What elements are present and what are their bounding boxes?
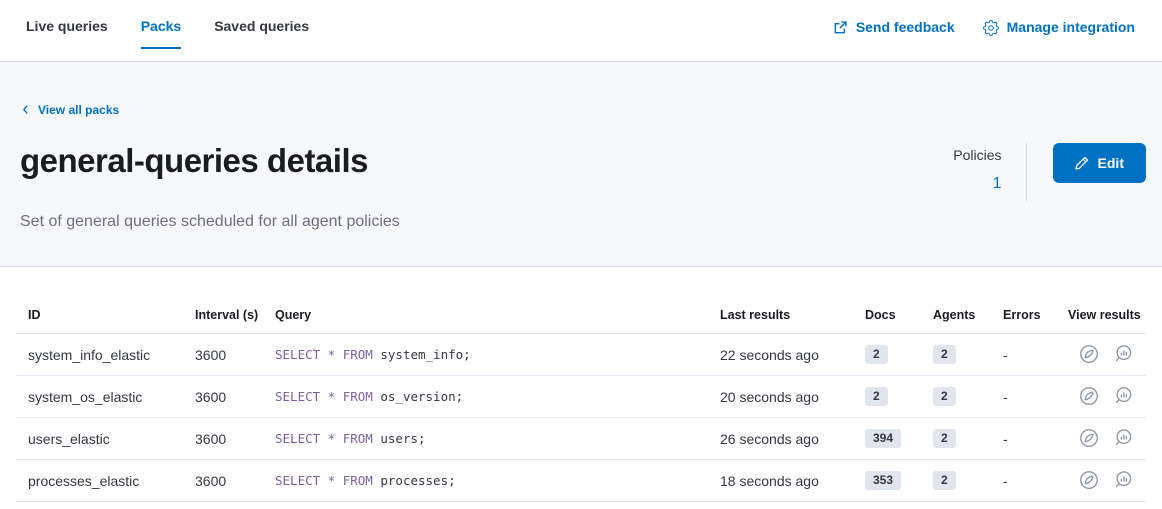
cell-query: SELECT * FROM processes; xyxy=(263,460,708,502)
cell-errors: - xyxy=(991,460,1056,502)
cell-last-results: 22 seconds ago xyxy=(708,334,853,376)
policies-label: Policies xyxy=(953,146,1001,164)
queries-table-section: ID Interval (s) Query Last results Docs … xyxy=(0,267,1162,502)
cell-docs: 394 xyxy=(853,418,921,460)
table-row: system_info_elastic 3600 SELECT * FROM s… xyxy=(16,334,1146,376)
cell-docs: 2 xyxy=(853,334,921,376)
policies-stat: Policies 1 xyxy=(953,143,1001,193)
cell-view-results xyxy=(1056,418,1146,460)
cell-query: SELECT * FROM system_info; xyxy=(263,334,708,376)
cell-last-results: 20 seconds ago xyxy=(708,376,853,418)
cell-docs: 2 xyxy=(853,376,921,418)
page-subtitle: Set of general queries scheduled for all… xyxy=(20,211,400,232)
sql-rest: os_version; xyxy=(380,389,463,404)
cell-errors: - xyxy=(991,418,1056,460)
lens-icon[interactable] xyxy=(1112,469,1134,491)
col-header-query: Query xyxy=(263,300,708,334)
header-right: Policies 1 Edit xyxy=(953,141,1146,201)
sql-keywords: SELECT * FROM xyxy=(275,347,373,362)
docs-badge: 394 xyxy=(865,429,901,448)
lens-icon[interactable] xyxy=(1112,427,1134,449)
page-title: general-queries details xyxy=(20,141,400,181)
cell-errors: - xyxy=(991,376,1056,418)
external-link-icon xyxy=(833,20,848,35)
col-header-agents: Agents xyxy=(921,300,991,334)
cell-agents: 2 xyxy=(921,460,991,502)
top-tab-bar: Live queries Packs Saved queries Send fe… xyxy=(0,0,1162,62)
cell-id: system_info_elastic xyxy=(16,334,183,376)
discover-icon[interactable] xyxy=(1078,343,1100,365)
table-header-row: ID Interval (s) Query Last results Docs … xyxy=(16,300,1146,334)
send-feedback-link[interactable]: Send feedback xyxy=(833,18,955,37)
sql-keywords: SELECT * FROM xyxy=(275,473,373,488)
agents-badge: 2 xyxy=(933,429,956,448)
cell-last-results: 18 seconds ago xyxy=(708,460,853,502)
col-header-last-results: Last results xyxy=(708,300,853,334)
policies-value[interactable]: 1 xyxy=(953,175,1001,193)
sql-keywords: SELECT * FROM xyxy=(275,431,373,446)
gear-icon xyxy=(983,20,999,36)
cell-interval: 3600 xyxy=(183,418,263,460)
discover-icon[interactable] xyxy=(1078,469,1100,491)
discover-icon[interactable] xyxy=(1078,385,1100,407)
page-header: View all packs general-queries details S… xyxy=(0,62,1162,267)
tab-live-queries[interactable]: Live queries xyxy=(26,17,108,49)
tab-saved-queries[interactable]: Saved queries xyxy=(214,17,309,49)
table-row: system_os_elastic 3600 SELECT * FROM os_… xyxy=(16,376,1146,418)
cell-query: SELECT * FROM users; xyxy=(263,418,708,460)
cell-agents: 2 xyxy=(921,334,991,376)
cell-last-results: 26 seconds ago xyxy=(708,418,853,460)
cell-interval: 3600 xyxy=(183,376,263,418)
lens-icon[interactable] xyxy=(1112,343,1134,365)
cell-docs: 353 xyxy=(853,460,921,502)
manage-integration-link[interactable]: Manage integration xyxy=(983,18,1135,37)
pencil-icon xyxy=(1075,156,1089,170)
view-all-packs-link[interactable]: View all packs xyxy=(20,103,119,117)
agents-badge: 2 xyxy=(933,345,956,364)
col-header-errors: Errors xyxy=(991,300,1056,334)
cell-view-results xyxy=(1056,334,1146,376)
sql-keywords: SELECT * FROM xyxy=(275,389,373,404)
cell-id: processes_elastic xyxy=(16,460,183,502)
header-left: general-queries details Set of general q… xyxy=(18,141,400,232)
col-header-id: ID xyxy=(16,300,183,334)
top-actions: Send feedback Manage integration xyxy=(833,18,1135,37)
cell-agents: 2 xyxy=(921,418,991,460)
docs-badge: 2 xyxy=(865,345,888,364)
cell-view-results xyxy=(1056,376,1146,418)
cell-query: SELECT * FROM os_version; xyxy=(263,376,708,418)
sql-rest: system_info; xyxy=(380,347,470,362)
lens-icon[interactable] xyxy=(1112,385,1134,407)
col-header-docs: Docs xyxy=(853,300,921,334)
cell-agents: 2 xyxy=(921,376,991,418)
cell-id: users_elastic xyxy=(16,418,183,460)
agents-badge: 2 xyxy=(933,471,956,490)
docs-badge: 2 xyxy=(865,387,888,406)
sql-rest: users; xyxy=(380,431,425,446)
discover-icon[interactable] xyxy=(1078,427,1100,449)
cell-id: system_os_elastic xyxy=(16,376,183,418)
col-header-view-results: View results xyxy=(1056,300,1146,334)
docs-badge: 353 xyxy=(865,471,901,490)
queries-table: ID Interval (s) Query Last results Docs … xyxy=(16,300,1146,502)
cell-errors: - xyxy=(991,334,1056,376)
cell-interval: 3600 xyxy=(183,334,263,376)
tab-packs[interactable]: Packs xyxy=(141,17,181,49)
agents-badge: 2 xyxy=(933,387,956,406)
sql-rest: processes; xyxy=(380,473,455,488)
table-row: users_elastic 3600 SELECT * FROM users; … xyxy=(16,418,1146,460)
edit-button[interactable]: Edit xyxy=(1053,143,1146,183)
col-header-interval: Interval (s) xyxy=(183,300,263,334)
cell-interval: 3600 xyxy=(183,460,263,502)
tabs: Live queries Packs Saved queries xyxy=(26,17,309,49)
table-row: processes_elastic 3600 SELECT * FROM pro… xyxy=(16,460,1146,502)
chevron-left-icon xyxy=(20,104,31,115)
cell-view-results xyxy=(1056,460,1146,502)
vertical-divider xyxy=(1026,143,1027,201)
